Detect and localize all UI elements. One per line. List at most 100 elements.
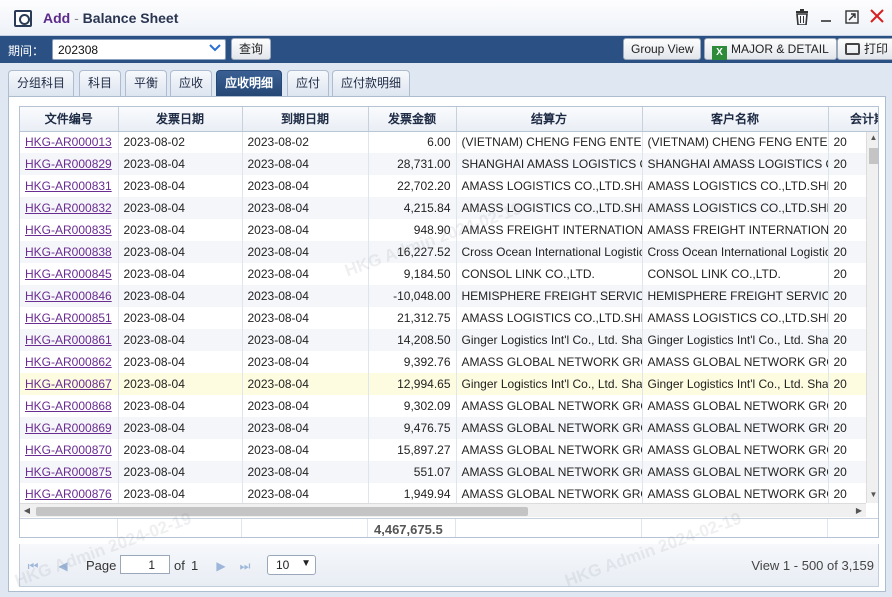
doc-no-link[interactable]: HKG-AR000835	[25, 223, 112, 237]
cell-doc-no: HKG-AR000870	[20, 439, 119, 461]
table-row[interactable]: HKG-AR000869 2023-08-04 2023-08-04 9,476.75…	[20, 417, 878, 439]
doc-no-link[interactable]: HKG-AR000832	[25, 201, 112, 215]
major-detail-button[interactable]: X MAJOR & DETAIL	[704, 38, 837, 60]
period-value: 202308	[58, 43, 99, 57]
prev-page-icon[interactable]: ◀	[56, 559, 70, 573]
scroll-left-icon[interactable]: ◀	[20, 504, 34, 518]
invoice-amount-total: 4,467,675.5	[374, 522, 443, 537]
tab-subject[interactable]: 科目	[79, 70, 122, 96]
doc-no-link[interactable]: HKG-AR000876	[25, 487, 112, 501]
print-button[interactable]: 打印	[837, 38, 892, 60]
table-row[interactable]: HKG-AR000013 2023-08-02 2023-08-02 6.00 (VIE…	[20, 131, 878, 153]
period-select[interactable]: 202308	[52, 39, 226, 60]
doc-no-link[interactable]: HKG-AR000868	[25, 399, 112, 413]
page-size-select[interactable]: 10 ▼	[267, 555, 316, 575]
cell-settlement-party: AMASS GLOBAL NETWORK GROUP	[456, 439, 643, 461]
col-header-doc-no[interactable]: 文件编号	[20, 107, 119, 132]
table-row[interactable]: HKG-AR000862 2023-08-04 2023-08-04 9,392.76…	[20, 351, 878, 373]
scroll-up-icon[interactable]: ▲	[867, 133, 878, 145]
maximize-icon[interactable]	[842, 9, 862, 29]
table-row[interactable]: HKG-AR000875 2023-08-04 2023-08-04 551.07 AM…	[20, 461, 878, 483]
close-icon[interactable]	[867, 9, 887, 29]
toolbar: 期间： 202308 查询 Group View X MAJOR & DETAIL…	[0, 36, 892, 63]
next-page-icon[interactable]: ▶	[214, 559, 228, 573]
cell-doc-no: HKG-AR000875	[20, 461, 119, 483]
table-row[interactable]: HKG-AR000838 2023-08-04 2023-08-04 16,227.5…	[20, 241, 878, 263]
group-view-button[interactable]: Group View	[623, 38, 702, 60]
cell-customer-name: SHANGHAI AMASS LOGISTICS CO.,LTD.	[642, 153, 829, 175]
cell-invoice-date: 2023-08-04	[118, 307, 243, 329]
cell-settlement-party: (VIETNAM) CHENG FENG ENTERPRISE	[456, 131, 643, 153]
doc-no-link[interactable]: HKG-AR000867	[25, 377, 112, 391]
printer-icon	[845, 43, 860, 55]
title-text: Balance Sheet	[82, 10, 179, 26]
horizontal-scroll-thumb[interactable]	[36, 507, 528, 516]
cell-customer-name: CONSOL LINK CO.,LTD.	[642, 263, 829, 285]
scroll-down-icon[interactable]: ▼	[867, 490, 878, 502]
table-row[interactable]: HKG-AR000831 2023-08-04 2023-08-04 22,702.2…	[20, 175, 878, 197]
doc-no-link[interactable]: HKG-AR000862	[25, 355, 112, 369]
data-table: 文件编号 发票日期 到期日期 发票金额 结算方 客户名称 会计期间 HKG-AR…	[20, 107, 878, 505]
table-row[interactable]: HKG-AR000835 2023-08-04 2023-08-04 948.90 AM…	[20, 219, 878, 241]
col-header-customer-name[interactable]: 客户名称	[642, 107, 829, 132]
table-row[interactable]: HKG-AR000867 2023-08-04 2023-08-04 12,994.6…	[20, 373, 878, 395]
table-row[interactable]: HKG-AR000870 2023-08-04 2023-08-04 15,897.2…	[20, 439, 878, 461]
doc-no-link[interactable]: HKG-AR000013	[25, 135, 112, 149]
tab-receivable[interactable]: 应收	[170, 70, 213, 96]
table-row[interactable]: HKG-AR000861 2023-08-04 2023-08-04 14,208.5…	[20, 329, 878, 351]
table-row[interactable]: HKG-AR000845 2023-08-04 2023-08-04 9,184.50…	[20, 263, 878, 285]
vertical-scroll-thumb[interactable]	[869, 148, 878, 164]
col-header-invoice-date[interactable]: 发票日期	[118, 107, 243, 132]
table-row[interactable]: HKG-AR000829 2023-08-04 2023-08-04 28,731.0…	[20, 153, 878, 175]
cell-invoice-amount: 948.90	[368, 219, 457, 241]
col-header-invoice-amount[interactable]: 发票金额	[368, 107, 457, 132]
doc-no-link[interactable]: HKG-AR000870	[25, 443, 112, 457]
doc-no-link[interactable]: HKG-AR000845	[25, 267, 112, 281]
page-input[interactable]: 1	[120, 555, 170, 574]
doc-no-link[interactable]: HKG-AR000846	[25, 289, 112, 303]
period-label: 期间：	[8, 44, 45, 58]
col-header-settlement-party[interactable]: 结算方	[456, 107, 643, 132]
cell-invoice-amount: 21,312.75	[368, 307, 457, 329]
col-header-accounting-period[interactable]: 会计期间	[828, 107, 878, 132]
horizontal-scrollbar[interactable]: ◀ ▶	[20, 503, 866, 517]
tab-payable[interactable]: 应付	[287, 70, 330, 96]
scroll-right-icon[interactable]: ▶	[852, 504, 866, 518]
cell-customer-name: AMASS GLOBAL NETWORK GROUP	[642, 417, 829, 439]
cell-invoice-date: 2023-08-04	[118, 461, 243, 483]
trash-icon[interactable]	[792, 9, 812, 29]
doc-no-link[interactable]: HKG-AR000829	[25, 157, 112, 171]
table-row[interactable]: HKG-AR000846 2023-08-04 2023-08-04 -10,048.…	[20, 285, 878, 307]
tab-receivable-detail[interactable]: 应收明细	[216, 70, 283, 96]
tab-group-subject[interactable]: 分组科目	[8, 70, 75, 96]
doc-no-link[interactable]: HKG-AR000831	[25, 179, 112, 193]
cell-doc-no: HKG-AR000861	[20, 329, 119, 351]
cell-customer-name: AMASS GLOBAL NETWORK GROUP	[642, 351, 829, 373]
cell-settlement-party: SHANGHAI AMASS LOGISTICS CO.,LTD.	[456, 153, 643, 175]
cell-customer-name: AMASS LOGISTICS CO.,LTD.SHENZHEN	[642, 307, 829, 329]
first-page-icon[interactable]: ⏮	[26, 559, 40, 573]
doc-no-link[interactable]: HKG-AR000838	[25, 245, 112, 259]
tab-balance[interactable]: 平衡	[125, 70, 168, 96]
col-header-due-date[interactable]: 到期日期	[242, 107, 369, 132]
cell-invoice-amount: 1,949.94	[368, 483, 457, 505]
totals-row: 4,467,675.5	[20, 518, 878, 537]
table-row[interactable]: HKG-AR000832 2023-08-04 2023-08-04 4,215.84…	[20, 197, 878, 219]
cell-settlement-party: CONSOL LINK CO.,LTD.	[456, 263, 643, 285]
cell-due-date: 2023-08-04	[242, 373, 369, 395]
minimize-icon[interactable]	[816, 9, 836, 29]
query-button[interactable]: 查询	[231, 38, 272, 60]
table-row[interactable]: HKG-AR000876 2023-08-04 2023-08-04 1,949.94…	[20, 483, 878, 505]
doc-no-link[interactable]: HKG-AR000861	[25, 333, 112, 347]
doc-no-link[interactable]: HKG-AR000851	[25, 311, 112, 325]
vertical-scrollbar[interactable]: ▲ ▼	[866, 132, 878, 503]
doc-no-link[interactable]: HKG-AR000875	[25, 465, 112, 479]
doc-no-link[interactable]: HKG-AR000869	[25, 421, 112, 435]
cell-invoice-date: 2023-08-04	[118, 285, 243, 307]
cell-doc-no: HKG-AR000862	[20, 351, 119, 373]
tab-payable-detail[interactable]: 应付款明细	[332, 70, 411, 96]
table-row[interactable]: HKG-AR000851 2023-08-04 2023-08-04 21,312.7…	[20, 307, 878, 329]
cell-settlement-party: AMASS LOGISTICS CO.,LTD.SHENZHEN	[456, 307, 643, 329]
table-row[interactable]: HKG-AR000868 2023-08-04 2023-08-04 9,302.09…	[20, 395, 878, 417]
last-page-icon[interactable]: ⏭	[238, 559, 252, 573]
